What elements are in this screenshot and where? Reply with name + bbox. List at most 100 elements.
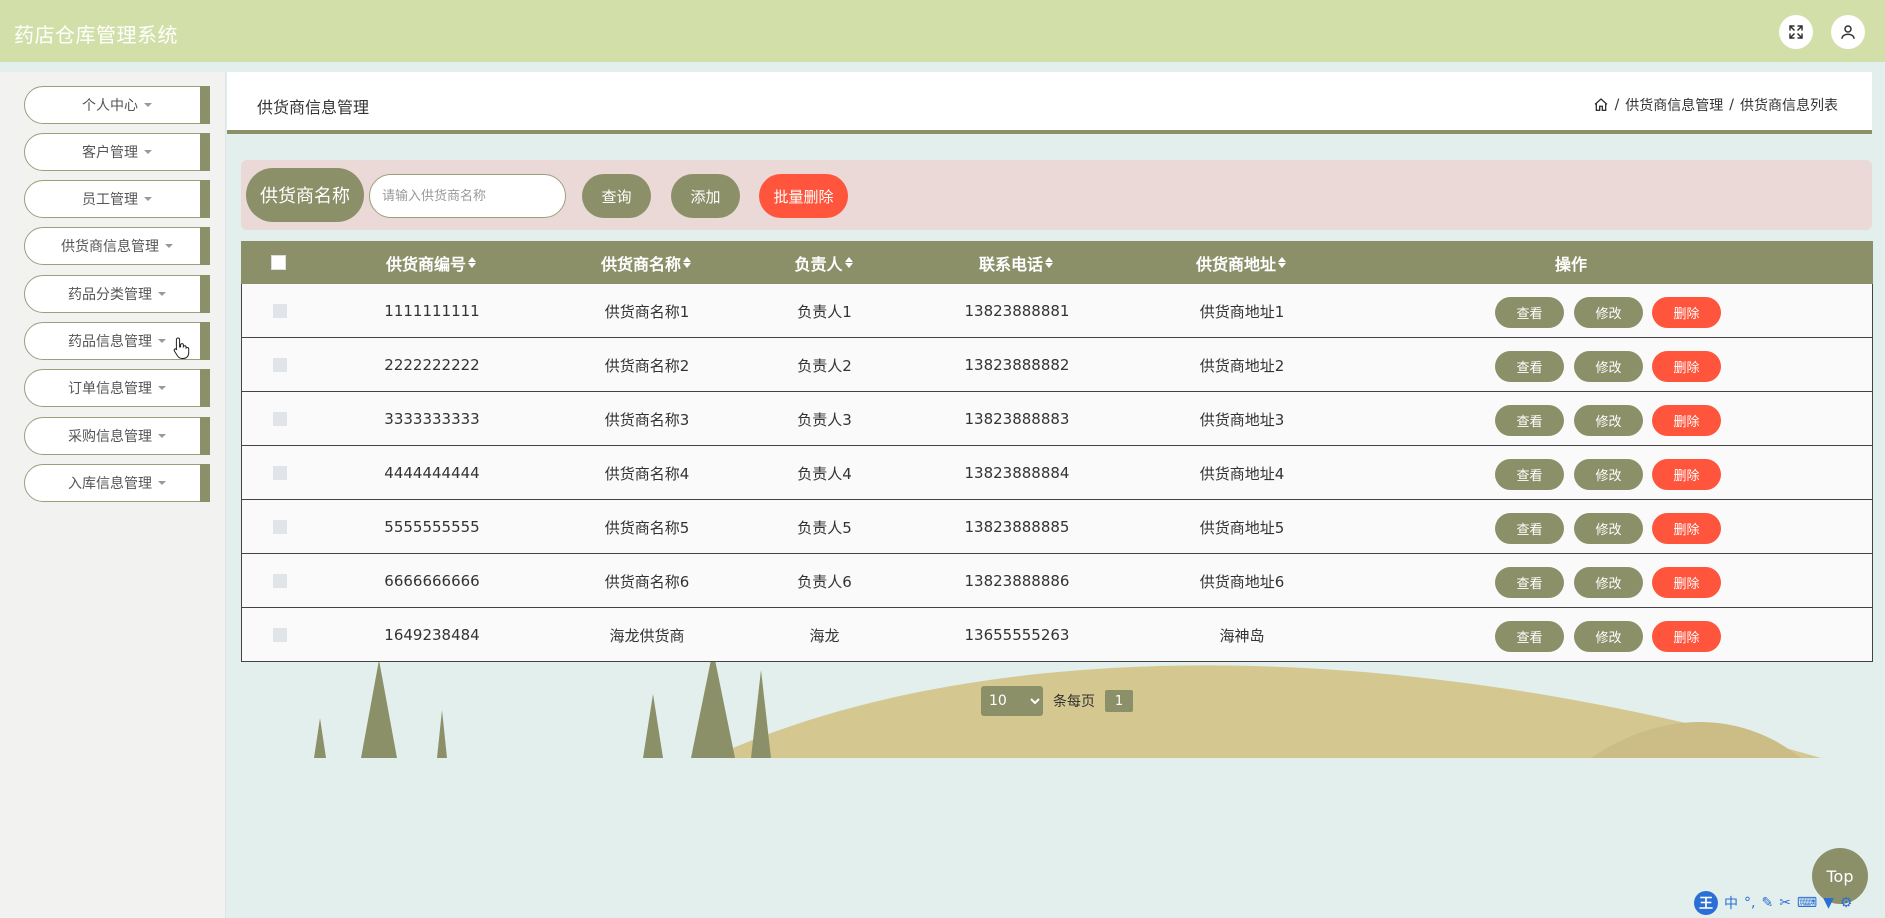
page-size-label: 条每页 [1053,694,1095,710]
search-label: 供货商名称 [246,168,364,222]
sort-icon [1278,257,1286,268]
ime-mode[interactable]: 中 [1724,893,1738,913]
column-header[interactable]: 供货商名称 [546,241,746,284]
caret-down-icon [165,244,173,248]
table-cell-id: 4444444444 [384,464,480,482]
ime-pen-icon[interactable]: ✎ [1761,895,1773,911]
row-checkbox[interactable] [272,304,287,318]
column-header[interactable]: 联系电话 [901,241,1131,284]
table-cell-person: 负责人4 [797,464,852,483]
add-button[interactable]: 添加 [671,174,740,218]
caret-down-icon [144,150,152,154]
table-cell-id: 2222222222 [384,356,480,374]
view-button[interactable]: 查看 [1495,621,1564,652]
table-row: 1649238484 海龙供货商 海龙 13655555263 海神岛 查看 修改 删除 [241,608,1873,662]
hand-cursor-icon [173,337,190,359]
table-cell-phone: 13823888881 [964,302,1070,320]
page-number-current[interactable]: 1 [1105,690,1133,712]
caret-down-icon [158,434,166,438]
ime-logo[interactable]: 王 [1694,891,1718,915]
ime-toolbar: 王 中 °, ✎ ✂ ⌨ ▼ ⚙ [1694,891,1853,915]
search-input[interactable] [369,174,566,218]
delete-button[interactable]: 删除 [1652,567,1721,598]
caret-down-icon [144,197,152,201]
table-cell-person: 负责人3 [797,410,852,429]
ime-skin-icon[interactable]: ▼ [1823,895,1834,911]
sort-icon [683,257,691,268]
edit-button[interactable]: 修改 [1574,405,1643,436]
sidebar-item-label: 员工管理 [82,192,138,208]
table-cell-address: 供货商地址2 [1199,356,1285,375]
breadcrumb-item: 供货商信息列表 [1740,98,1838,114]
ime-punctuation-icon[interactable]: °, [1744,895,1755,911]
sidebar-item-label: 供货商信息管理 [61,239,159,255]
sidebar-item-label: 药品信息管理 [68,334,152,350]
column-header[interactable]: 供货商地址 [1131,241,1351,284]
fullscreen-button[interactable] [1779,15,1813,49]
ime-keyboard-icon[interactable]: ⌨ [1797,895,1817,911]
view-button[interactable]: 查看 [1495,567,1564,598]
table-cell-phone: 13823888886 [964,572,1070,590]
edit-button[interactable]: 修改 [1574,459,1643,490]
home-icon[interactable] [1593,97,1609,113]
row-checkbox[interactable] [272,466,287,480]
edit-button[interactable]: 修改 [1574,297,1643,328]
delete-button[interactable]: 删除 [1652,297,1721,328]
fullscreen-icon [1789,25,1803,39]
row-checkbox[interactable] [272,520,287,534]
delete-button[interactable]: 删除 [1652,459,1721,490]
table-row: 4444444444 供货商名称4 负责人4 13823888884 供货商地址4 查看修… [241,446,1873,500]
query-button[interactable]: 查询 [582,174,651,218]
row-checkbox[interactable] [272,628,287,642]
sidebar-item-personal-center[interactable]: 个人中心 [24,86,210,124]
delete-button[interactable]: 删除 [1652,621,1721,652]
row-checkbox[interactable] [272,574,287,588]
table-cell-phone: 13823888884 [964,464,1070,482]
breadcrumb-item[interactable]: 供货商信息管理 [1625,95,1723,115]
table-cell-name: 供货商名称3 [604,410,690,429]
table-cell-name: 供货商名称4 [604,464,690,483]
column-header[interactable]: 负责人 [746,241,901,284]
view-button[interactable]: 查看 [1495,513,1564,544]
sidebar-item-drug-categories[interactable]: 药品分类管理 [24,275,210,313]
user-icon [1841,25,1855,39]
batch-delete-button[interactable]: 批量删除 [759,174,848,218]
table-cell-phone: 13823888882 [964,356,1070,374]
view-button[interactable]: 查看 [1495,405,1564,436]
sort-icon [1045,257,1053,268]
table-cell-name: 供货商名称1 [604,302,690,321]
view-button[interactable]: 查看 [1495,351,1564,382]
select-all-checkbox[interactable] [271,255,286,270]
sidebar-item-purchases[interactable]: 采购信息管理 [24,417,210,455]
delete-button[interactable]: 删除 [1652,513,1721,544]
edit-button[interactable]: 修改 [1574,351,1643,382]
breadcrumb: / 供货商信息管理 / 供货商信息列表 [1593,95,1838,115]
sort-icon [468,257,476,268]
caret-down-icon [158,386,166,390]
caret-down-icon [158,339,166,343]
sidebar-item-suppliers[interactable]: 供货商信息管理 [24,227,210,265]
row-checkbox[interactable] [272,358,287,372]
sidebar-item-orders[interactable]: 订单信息管理 [24,369,210,407]
page-size-select[interactable]: 10 [981,686,1043,716]
edit-button[interactable]: 修改 [1574,513,1643,544]
ime-scissors-icon[interactable]: ✂ [1779,895,1791,911]
edit-button[interactable]: 修改 [1574,621,1643,652]
user-button[interactable] [1831,15,1865,49]
view-button[interactable]: 查看 [1495,297,1564,328]
table-cell-id: 5555555555 [384,518,480,536]
sidebar-item-stock-in[interactable]: 入库信息管理 [24,464,210,502]
sidebar-item-label: 药品分类管理 [68,287,152,303]
sidebar-item-employees[interactable]: 员工管理 [24,180,210,218]
edit-button[interactable]: 修改 [1574,567,1643,598]
column-header[interactable]: 供货商编号 [316,241,546,284]
table-cell-person: 海龙 [809,626,840,645]
delete-button[interactable]: 删除 [1652,405,1721,436]
sidebar-item-customers[interactable]: 客户管理 [24,133,210,171]
page-header: 供货商信息管理 / 供货商信息管理 / 供货商信息列表 [227,72,1872,134]
table-cell-id: 1649238484 [384,626,480,644]
row-checkbox[interactable] [272,412,287,426]
ime-settings-icon[interactable]: ⚙ [1840,895,1853,911]
view-button[interactable]: 查看 [1495,459,1564,490]
delete-button[interactable]: 删除 [1652,351,1721,382]
